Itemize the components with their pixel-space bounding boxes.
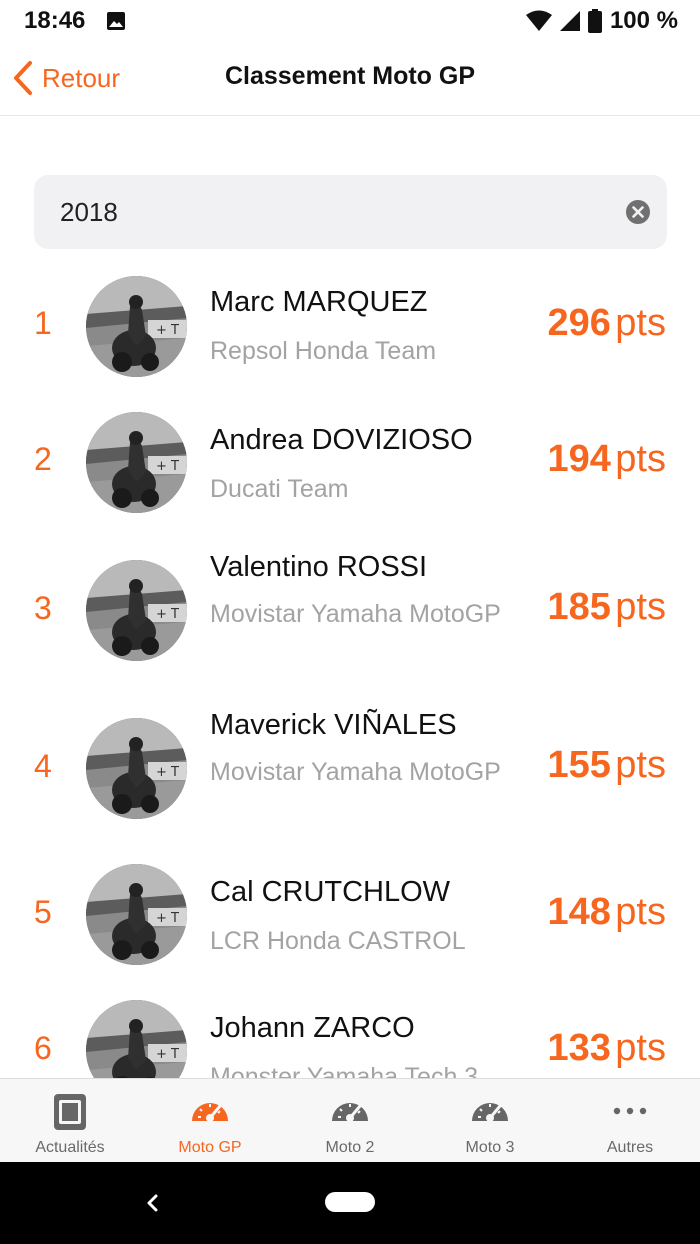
points-unit: pts — [615, 586, 666, 628]
avatar: + T — [86, 560, 187, 661]
rider-team: Repsol Honda Team — [210, 337, 437, 365]
points-unit: pts — [615, 302, 666, 344]
news-icon — [49, 1091, 91, 1133]
svg-text:+ T: + T — [156, 323, 179, 338]
standings-row[interactable]: 2 + T Andrea DOVIZIOSO Ducati Team 194 pts — [0, 412, 700, 542]
tab-moto-gp[interactable]: Moto GP — [140, 1079, 280, 1162]
standings-row[interactable]: 4 + T Maverick VIÑALES Movistar Yamaha Moto… — [0, 704, 700, 834]
rider-photo-icon: + T — [86, 864, 187, 965]
bottom-tab-bar: Actualités Moto GP Moto 2 Moto 3 Autres — [0, 1078, 700, 1162]
svg-text:+ T: + T — [156, 459, 179, 474]
points-value: 185 — [547, 586, 611, 628]
avatar: + T — [86, 718, 187, 819]
tab-label: Moto 3 — [465, 1139, 515, 1156]
rider-name: Johann ZARCO — [210, 1012, 415, 1044]
points-value: 296 — [547, 302, 611, 344]
rider-photo-icon: + T — [86, 1000, 187, 1078]
rider-team: Ducati Team — [210, 475, 349, 503]
points-value: 148 — [547, 891, 611, 933]
tab-label: Moto GP — [178, 1139, 242, 1156]
points-unit: pts — [615, 1027, 666, 1069]
points: 194 pts — [547, 438, 666, 481]
rank-number: 3 — [34, 590, 52, 626]
svg-text:+ T: + T — [156, 607, 179, 622]
rider-name: Valentino ROSSI — [210, 551, 428, 583]
speedometer-icon — [189, 1091, 231, 1133]
points: 133 pts — [547, 1027, 666, 1070]
avatar: + T — [86, 864, 187, 965]
standings-row[interactable]: 6 + T Johann ZARCO Monster Yamaha Tech 3 133… — [0, 1000, 700, 1078]
points: 148 pts — [547, 891, 666, 934]
rider-name: Maverick VIÑALES — [210, 709, 457, 741]
points-unit: pts — [615, 438, 666, 480]
standings-row[interactable]: 1 + T Marc MARQUEZ Repsol Honda Team 296 pts — [0, 276, 700, 406]
standings-row[interactable]: 3 + T Valentino ROSSI Movistar Yamaha MotoG… — [0, 546, 700, 676]
rank-number: 1 — [34, 305, 52, 341]
tab-moto-3[interactable]: Moto 3 — [420, 1079, 560, 1162]
points: 155 pts — [547, 744, 666, 787]
tab-label: Actualités — [35, 1139, 105, 1156]
points-unit: pts — [615, 891, 666, 933]
tab-actualit-s[interactable]: Actualités — [0, 1079, 140, 1162]
points-value: 155 — [547, 744, 611, 786]
rank-number: 2 — [34, 441, 52, 477]
year-field[interactable]: 2018 — [34, 175, 667, 249]
rider-team: LCR Honda CASTROL — [210, 927, 466, 955]
rider-team: Monster Yamaha Tech 3 — [210, 1063, 479, 1078]
speedometer-icon — [469, 1091, 511, 1133]
speedometer-icon — [329, 1091, 371, 1133]
nav-home-button[interactable] — [325, 1192, 375, 1212]
rank-number: 6 — [34, 1030, 52, 1066]
tab-label: Moto 2 — [325, 1139, 375, 1156]
svg-text:+ T: + T — [156, 765, 179, 780]
rank-number: 4 — [34, 748, 52, 784]
rider-name: Marc MARQUEZ — [210, 286, 428, 318]
rider-photo-icon: + T — [86, 412, 187, 513]
tab-moto-2[interactable]: Moto 2 — [280, 1079, 420, 1162]
standings-row[interactable]: 5 + T Cal CRUTCHLOW LCR Honda CASTROL 148 pt… — [0, 864, 700, 994]
standings-list[interactable]: 2018 1 + T Marc MARQUEZ Repsol Honda Team 29… — [0, 0, 700, 1078]
avatar: + T — [86, 412, 187, 513]
points: 296 pts — [547, 302, 666, 345]
points-value: 133 — [547, 1027, 611, 1069]
svg-text:+ T: + T — [156, 911, 179, 926]
system-nav-bar — [0, 1162, 700, 1244]
rider-team: Movistar Yamaha MotoGP — [210, 758, 501, 786]
rider-photo-icon: + T — [86, 560, 187, 661]
rider-team: Movistar Yamaha MotoGP — [210, 600, 501, 628]
rider-name: Cal CRUTCHLOW — [210, 876, 451, 908]
tab-label: Autres — [606, 1139, 654, 1156]
more-dots-icon — [609, 1091, 651, 1133]
year-value: 2018 — [60, 197, 118, 227]
avatar: + T — [86, 276, 187, 377]
rank-number: 5 — [34, 894, 52, 930]
tab-autres[interactable]: Autres — [560, 1079, 700, 1162]
clear-icon[interactable] — [626, 200, 650, 224]
svg-text:+ T: + T — [156, 1047, 179, 1062]
rider-photo-icon: + T — [86, 718, 187, 819]
points-value: 194 — [547, 438, 611, 480]
points-unit: pts — [615, 744, 666, 786]
avatar: + T — [86, 1000, 187, 1078]
rider-photo-icon: + T — [86, 276, 187, 377]
points: 185 pts — [547, 586, 666, 629]
nav-back-icon[interactable] — [140, 1188, 164, 1218]
rider-name: Andrea DOVIZIOSO — [210, 424, 473, 456]
